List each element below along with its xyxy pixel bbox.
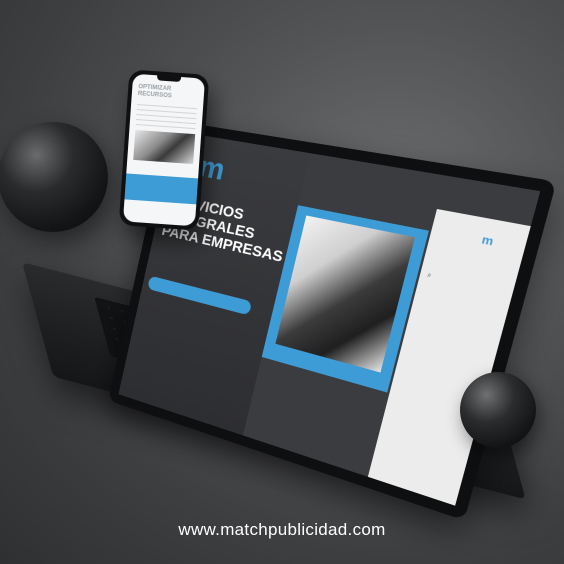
phone-body-text bbox=[136, 104, 197, 130]
website-url: www.matchpublicidad.com bbox=[0, 520, 564, 540]
hero-cta-button[interactable] bbox=[147, 276, 252, 316]
decorative-sphere-right bbox=[460, 372, 536, 448]
decorative-sphere-left bbox=[0, 122, 108, 232]
phone-blue-banner bbox=[124, 173, 198, 204]
side-brand-logo: m bbox=[480, 234, 494, 249]
phone-title: OPTIMIZAR RECURSOS bbox=[138, 84, 199, 102]
phone-notch bbox=[157, 75, 181, 82]
phone-screen: OPTIMIZAR RECURSOS bbox=[123, 74, 205, 227]
phone: OPTIMIZAR RECURSOS bbox=[119, 69, 210, 230]
mockup-scene: m SERVICIOS INTEGRALES PARA EMPRESAS m ⌕… bbox=[0, 0, 564, 564]
search-icon[interactable]: ⌕ bbox=[426, 272, 432, 281]
phone-photo bbox=[133, 130, 195, 164]
